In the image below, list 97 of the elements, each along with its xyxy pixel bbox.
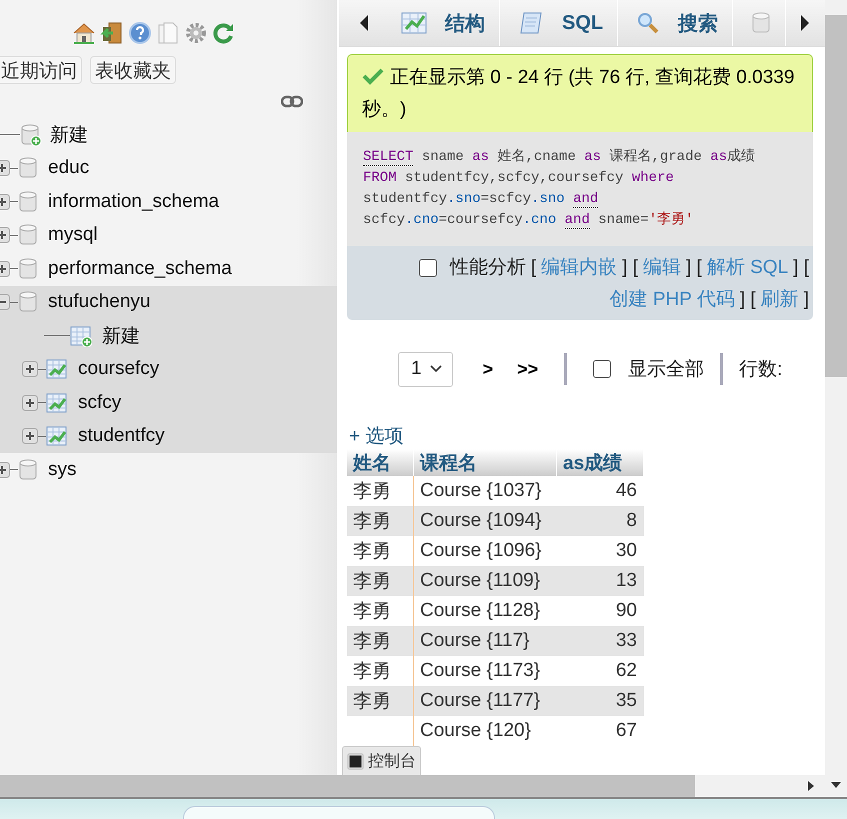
tree-item[interactable]: performance_schema bbox=[48, 258, 232, 280]
document-icon bbox=[156, 21, 180, 45]
scroll-left-button[interactable] bbox=[359, 14, 369, 32]
bracket-text: ] [ bbox=[740, 288, 756, 312]
tree-item[interactable]: coursefcy bbox=[78, 358, 160, 380]
table-cell: 62 bbox=[556, 656, 644, 686]
bracket-text: ] [ bbox=[622, 256, 638, 280]
nav-button[interactable]: 近期访问 bbox=[0, 56, 82, 84]
tree-item[interactable]: studentfcy bbox=[78, 425, 165, 448]
table-cell: 李勇 bbox=[347, 686, 414, 716]
expand-icon[interactable] bbox=[22, 394, 38, 411]
table-cell: 李勇 bbox=[347, 536, 414, 566]
tab[interactable]: 结构 bbox=[383, 0, 500, 46]
table-cell: 8 bbox=[556, 506, 644, 536]
table-cell: Course {1177} bbox=[414, 686, 556, 716]
table-cell: Course {117} bbox=[414, 626, 556, 656]
tree-item[interactable]: mysql bbox=[48, 224, 98, 246]
table-cell: 李勇 bbox=[347, 596, 414, 626]
scroll-icon bbox=[518, 10, 544, 36]
tree-item[interactable]: educ bbox=[48, 157, 90, 180]
tree-item[interactable]: 新建 bbox=[50, 122, 88, 148]
bracket-text: ] bbox=[804, 288, 809, 312]
table-cell bbox=[347, 716, 414, 746]
exit-icon bbox=[100, 21, 124, 45]
table-cell: 30 bbox=[556, 536, 644, 566]
sql-keyword-link[interactable]: SELECT bbox=[363, 149, 414, 166]
table-icon bbox=[46, 358, 68, 380]
table-cell: 李勇 bbox=[347, 566, 414, 596]
check-icon bbox=[362, 67, 384, 85]
last-page-link[interactable]: >> bbox=[517, 358, 538, 380]
tree-item[interactable]: scfcy bbox=[78, 392, 122, 414]
scroll-thumb[interactable] bbox=[825, 15, 847, 377]
sql-keyword-link[interactable]: and bbox=[564, 212, 590, 229]
expand-icon[interactable] bbox=[22, 361, 38, 378]
sql-query: SELECT sname as 姓名,cname as 课程名,grade as成绩 FROM studentfcy,scfcy,coursefcy where studentfcy.sno=scfcy.sno and scfcy.cno=coursefcy.cno and sname='李勇' bbox=[347, 132, 813, 246]
link-icon bbox=[281, 95, 303, 108]
nav-button[interactable]: 表收藏夹 bbox=[90, 56, 176, 84]
table-icon bbox=[46, 392, 68, 414]
next-page-link[interactable]: > bbox=[482, 358, 494, 380]
tree-item[interactable]: stufuchenyu bbox=[48, 291, 150, 314]
table-cell: Course {1037} bbox=[414, 476, 556, 506]
table-cell: 李勇 bbox=[347, 626, 414, 656]
profiling-checkbox[interactable] bbox=[418, 259, 437, 277]
scroll-right-arrow[interactable] bbox=[807, 780, 815, 792]
new-table-icon bbox=[70, 324, 92, 347]
table-cell: Course {120} bbox=[414, 716, 556, 746]
table-cell: 李勇 bbox=[347, 656, 414, 686]
scroll-thumb[interactable] bbox=[0, 775, 695, 797]
table-cell: 33 bbox=[556, 626, 644, 656]
rows-label: 行数: bbox=[739, 358, 782, 382]
expand-icon[interactable] bbox=[22, 428, 38, 444]
options-link[interactable]: + 选项 bbox=[349, 423, 404, 449]
table-cell: Course {1128} bbox=[414, 596, 556, 626]
column-header[interactable]: as成绩 bbox=[556, 449, 644, 476]
table-icon bbox=[401, 11, 427, 35]
horizontal-scrollbar[interactable] bbox=[0, 775, 825, 797]
tree-item[interactable]: 新建 bbox=[102, 322, 140, 349]
bracket-text: ] [ bbox=[686, 256, 702, 280]
database-icon bbox=[751, 11, 772, 35]
help-icon bbox=[128, 21, 152, 45]
table-cell: Course {1173} bbox=[414, 656, 556, 686]
home-icon bbox=[72, 21, 96, 45]
tree-item[interactable]: sys bbox=[48, 458, 76, 481]
search-icon bbox=[636, 11, 660, 35]
bracket-text: ] [ bbox=[793, 256, 809, 280]
bracket-text: [ bbox=[530, 256, 536, 280]
tab[interactable]: SQL bbox=[500, 0, 618, 46]
tree-row[interactable]: sys bbox=[0, 453, 337, 486]
table-cell: 46 bbox=[556, 476, 644, 506]
table-cell: 李勇 bbox=[347, 476, 414, 506]
column-header[interactable]: 课程名 bbox=[414, 449, 556, 476]
settings-icon bbox=[184, 21, 208, 45]
tree-item[interactable]: information_schema bbox=[48, 190, 220, 213]
table-cell: 13 bbox=[556, 566, 644, 596]
sql-keyword-link[interactable]: and bbox=[573, 191, 598, 208]
success-message: 正在显示第 0 - 24 行 (共 76 行, 查询花费 0.0339 秒。) bbox=[347, 54, 813, 132]
new-database-icon bbox=[20, 122, 42, 147]
page-select[interactable]: 1 bbox=[398, 352, 453, 386]
show-all-checkbox[interactable] bbox=[593, 360, 612, 378]
scroll-down-arrow[interactable] bbox=[830, 781, 842, 789]
table-cell: Course {1096} bbox=[414, 536, 556, 566]
table-cell: 35 bbox=[556, 686, 644, 716]
table-cell: Course {1094} bbox=[414, 506, 556, 536]
dropdown-caret-icon bbox=[430, 365, 442, 373]
table-cell: 90 bbox=[556, 596, 644, 626]
profiling-label: 性能分析 bbox=[450, 256, 526, 280]
table-icon bbox=[46, 425, 68, 448]
vertical-scrollbar[interactable] bbox=[825, 0, 847, 797]
table-cell: Course {1109} bbox=[414, 566, 556, 596]
console-tab[interactable]: 控制台 bbox=[342, 746, 421, 775]
scroll-right-button[interactable] bbox=[800, 14, 810, 32]
reload-icon bbox=[212, 21, 236, 45]
show-all-label: 显示全部 bbox=[628, 358, 704, 382]
console-icon bbox=[347, 752, 364, 770]
tab[interactable]: 搜索 bbox=[618, 0, 734, 46]
column-header[interactable]: 姓名 bbox=[347, 449, 414, 476]
table-cell: 李勇 bbox=[347, 506, 414, 536]
